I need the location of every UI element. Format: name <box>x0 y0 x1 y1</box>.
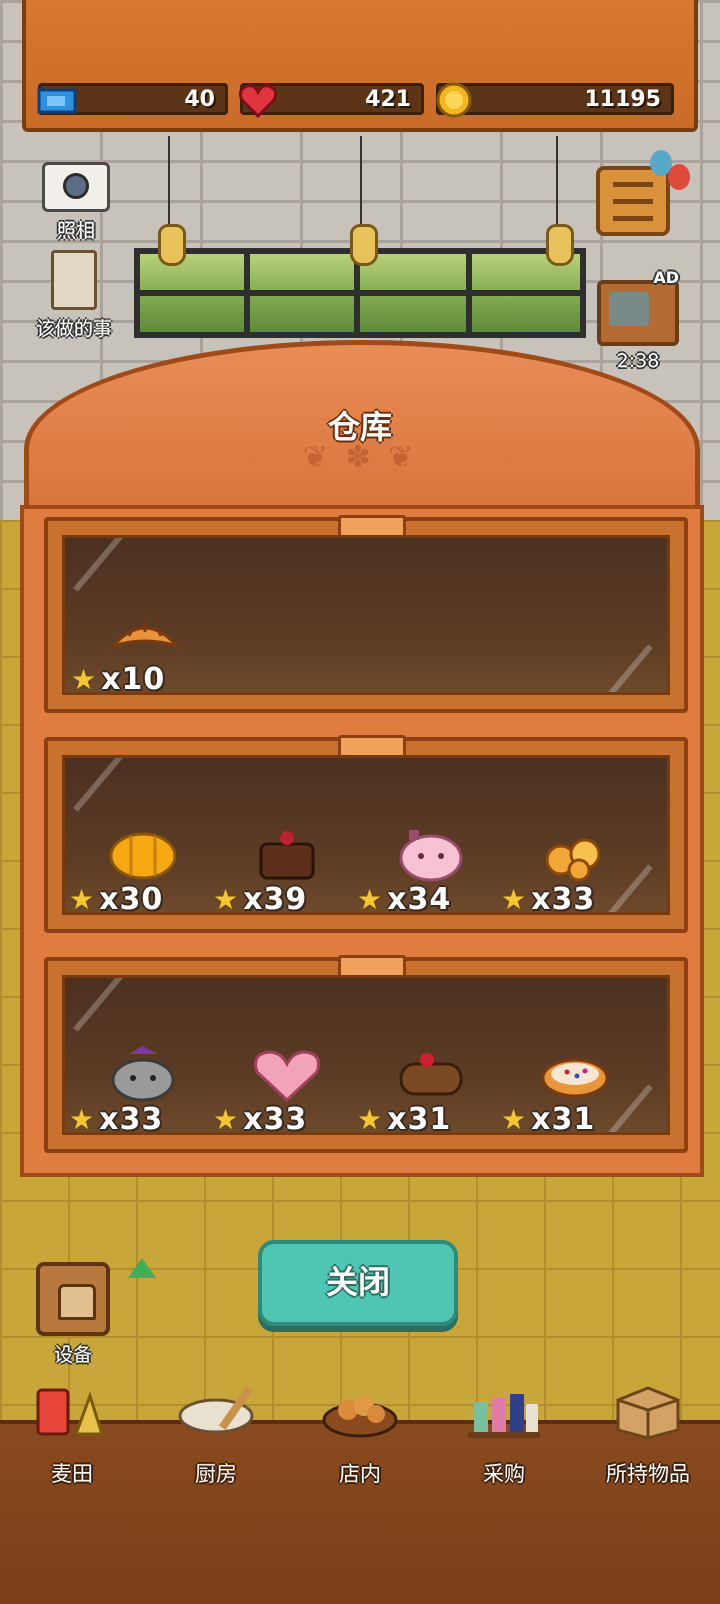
nav-item-store[interactable]: 店内 <box>288 1396 432 1524</box>
lamp-cord <box>556 136 558 226</box>
ad-badge: AD <box>653 268 679 287</box>
nav-label: 采购 <box>483 1462 525 1486</box>
todo-button[interactable]: 该做的事 <box>26 250 122 341</box>
coin-counter: 11195 <box>436 82 674 118</box>
star-icon: ★ <box>69 1103 96 1135</box>
nav-item-kitchen[interactable]: 厨房 <box>144 1386 288 1524</box>
star-icon: ★ <box>71 663 98 695</box>
nav-label: 厨房 <box>195 1462 237 1486</box>
lamp-cord <box>168 136 170 226</box>
ad-tv-button[interactable]: AD 2:38 <box>590 268 686 372</box>
coin-icon <box>436 82 472 118</box>
coin-count: 11195 <box>584 86 661 112</box>
lamp-bulb-icon <box>350 224 378 266</box>
item-count: x33 <box>531 882 596 915</box>
cherry-eclair-icon <box>399 1053 463 1096</box>
shelf-1: ★ x10 <box>44 515 688 713</box>
nav-label: 店内 <box>339 1462 381 1486</box>
star-icon: ★ <box>69 883 96 915</box>
lamp-bulb-icon <box>546 224 574 266</box>
sprinkle-tart-icon <box>541 1058 609 1098</box>
croissant-icon <box>109 622 181 649</box>
purchase-icon <box>468 1394 540 1438</box>
warehouse-item[interactable]: ★ x33 <box>501 816 641 915</box>
inventory-icon <box>616 1386 680 1440</box>
camera-button[interactable]: 照相 <box>40 162 112 243</box>
ticket-counter: 40 <box>37 83 228 115</box>
pumpkin-bread-icon <box>109 832 177 880</box>
chocolate-cake-icon <box>259 831 315 880</box>
heart-counter: 421 <box>238 83 424 119</box>
item-count: x10 <box>101 662 166 695</box>
warehouse-item[interactable]: ★ x31 <box>357 1036 497 1135</box>
store-icon <box>322 1396 398 1438</box>
item-count: x39 <box>243 882 308 915</box>
pink-bunny-bun-icon <box>399 830 463 882</box>
item-count: x33 <box>243 1102 308 1135</box>
warehouse-item[interactable]: ★ x33 <box>69 1036 209 1135</box>
camera-icon <box>42 162 110 212</box>
lamp-bulb-icon <box>158 224 186 266</box>
balloon-icon <box>668 164 690 190</box>
tv-icon: AD <box>597 268 679 346</box>
wheat-field-icon <box>36 1388 105 1436</box>
equipment-button[interactable]: 设备 <box>36 1258 156 1367</box>
cheese-puff-icon <box>545 838 601 882</box>
heart-count: 421 <box>365 86 411 112</box>
warehouse-item[interactable]: ★ x10 <box>71 596 211 695</box>
ticket-count: 40 <box>184 86 215 112</box>
nav-item-purchase[interactable]: 采购 <box>432 1394 576 1524</box>
shelf-2: ★ x30 ★ x39 ★ x34 ★ x33 <box>44 735 688 933</box>
upgrade-arrow-icon <box>128 1258 156 1278</box>
bread-machine-icon <box>36 1258 156 1336</box>
kitchen-icon <box>178 1386 254 1434</box>
warehouse-item[interactable]: ★ x30 <box>69 816 209 915</box>
menu-button[interactable] <box>596 166 670 236</box>
star-icon: ★ <box>501 883 528 915</box>
warehouse-cabinet: ★ x10 ★ x30 ★ x39 ★ x34 ★ x33 ★ x33 ★ x3… <box>20 505 704 1177</box>
warehouse-item[interactable]: ★ x34 <box>357 816 497 915</box>
star-icon: ★ <box>501 1103 528 1135</box>
cat-bread-icon <box>111 1046 175 1102</box>
nav-item-wheat-field[interactable]: 麦田 <box>0 1388 144 1524</box>
clipboard-icon <box>51 250 97 310</box>
star-icon: ★ <box>213 883 240 915</box>
warehouse-item[interactable]: ★ x39 <box>213 816 353 915</box>
warehouse-item[interactable]: ★ x31 <box>501 1036 641 1135</box>
star-icon: ★ <box>357 883 384 915</box>
item-count: x31 <box>531 1102 596 1135</box>
shelf-3: ★ x33 ★ x33 ★ x31 ★ x31 <box>44 955 688 1153</box>
nav-label: 所持物品 <box>606 1462 690 1486</box>
nav-label: 麦田 <box>51 1462 93 1486</box>
equipment-label: 设备 <box>53 1344 92 1366</box>
item-count: x30 <box>99 882 164 915</box>
item-count: x34 <box>387 882 452 915</box>
item-count: x31 <box>387 1102 452 1135</box>
heart-cookie-icon <box>254 1050 320 1102</box>
close-button[interactable]: 关闭 <box>258 1240 458 1326</box>
star-icon: ★ <box>213 1103 240 1135</box>
nav-item-inventory[interactable]: 所持物品 <box>576 1386 720 1524</box>
ad-timer: 2:38 <box>616 350 660 372</box>
warehouse-item[interactable]: ★ x33 <box>213 1036 353 1135</box>
camera-label: 照相 <box>56 220 95 242</box>
bottom-nav: 麦田 厨房 店内 采购 所持物品 <box>0 1386 720 1604</box>
item-count: x33 <box>99 1102 164 1135</box>
todo-label: 该做的事 <box>35 318 112 340</box>
ticket-icon <box>37 88 77 114</box>
lamp-cord <box>360 136 362 226</box>
wheat-ornament-icon: ❦ ✽ ❦ <box>302 440 418 475</box>
heart-icon <box>238 84 278 119</box>
star-icon: ★ <box>357 1103 384 1135</box>
